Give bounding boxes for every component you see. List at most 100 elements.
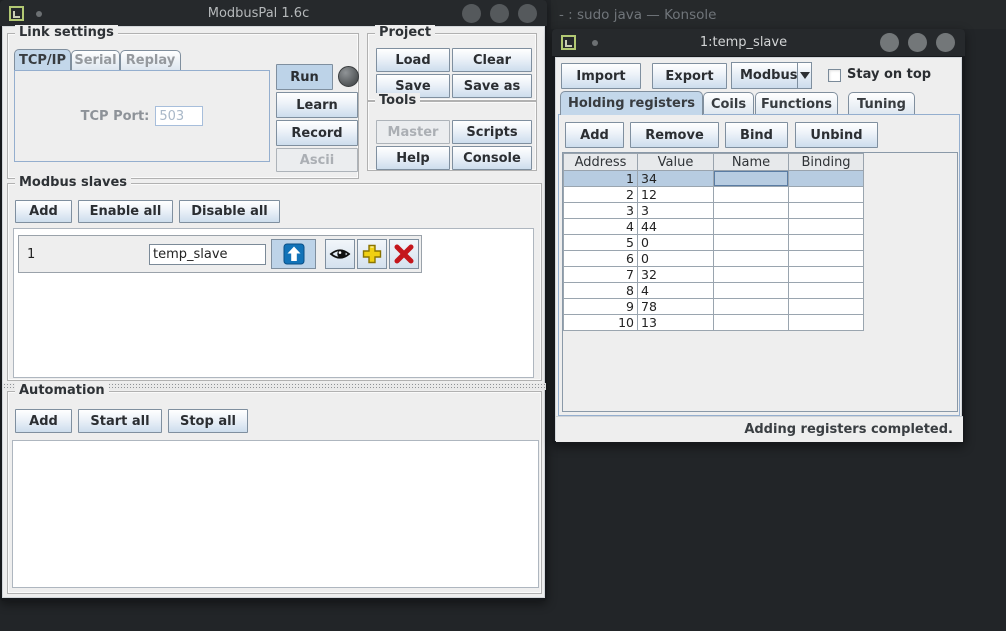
minimize-button[interactable]: [462, 4, 481, 23]
register-binding-cell[interactable]: [789, 203, 864, 219]
stop-all-button[interactable]: Stop all: [168, 409, 248, 433]
scripts-button[interactable]: Scripts: [452, 120, 532, 144]
register-address-cell[interactable]: 7: [564, 267, 638, 283]
register-address-cell[interactable]: 5: [564, 235, 638, 251]
register-binding-cell[interactable]: [789, 235, 864, 251]
maximize-button[interactable]: [908, 33, 927, 52]
modbuspal-titlebar[interactable]: ModbusPal 1.6c: [0, 0, 547, 26]
record-button[interactable]: Record: [276, 120, 358, 146]
register-row[interactable]: 1 34: [564, 171, 864, 187]
register-name-cell[interactable]: [714, 251, 789, 267]
register-address-cell[interactable]: 6: [564, 251, 638, 267]
tab-holding-registers[interactable]: Holding registers: [560, 91, 703, 115]
run-button[interactable]: Run: [276, 64, 333, 90]
register-remove-button[interactable]: Remove: [630, 122, 719, 148]
tcp-port-field[interactable]: [155, 106, 203, 126]
register-address-cell[interactable]: 8: [564, 283, 638, 299]
disable-all-button[interactable]: Disable all: [179, 200, 280, 223]
column-header-name[interactable]: Name: [714, 154, 789, 171]
register-value-cell[interactable]: 78: [638, 299, 714, 315]
register-binding-cell[interactable]: [789, 299, 864, 315]
tab-functions[interactable]: Functions: [755, 92, 838, 115]
register-name-cell[interactable]: [714, 267, 789, 283]
register-value-cell[interactable]: 0: [638, 235, 714, 251]
maximize-button[interactable]: [490, 4, 509, 23]
register-name-cell[interactable]: [714, 235, 789, 251]
slave-add-register-button[interactable]: [357, 239, 387, 269]
stay-on-top-checkbox[interactable]: [828, 69, 841, 82]
register-name-cell[interactable]: [714, 283, 789, 299]
register-name-cell[interactable]: [714, 219, 789, 235]
register-binding-cell[interactable]: [789, 171, 864, 187]
column-header-value[interactable]: Value: [638, 154, 714, 171]
register-row[interactable]: 6 0: [564, 251, 864, 267]
close-button[interactable]: [518, 4, 537, 23]
register-value-cell[interactable]: 12: [638, 187, 714, 203]
register-value-cell[interactable]: 13: [638, 315, 714, 331]
register-address-cell[interactable]: 1: [564, 171, 638, 187]
register-binding-cell[interactable]: [789, 219, 864, 235]
register-name-cell[interactable]: [714, 187, 789, 203]
register-binding-cell[interactable]: [789, 187, 864, 203]
export-button[interactable]: Export: [652, 63, 727, 89]
register-bind-button[interactable]: Bind: [725, 122, 788, 148]
register-value-cell[interactable]: 44: [638, 219, 714, 235]
minimize-button[interactable]: [880, 33, 899, 52]
slave-name-field[interactable]: [149, 244, 266, 265]
console-button[interactable]: Console: [452, 146, 532, 170]
register-row[interactable]: 4 44: [564, 219, 864, 235]
register-value-cell[interactable]: 4: [638, 283, 714, 299]
register-unbind-button[interactable]: Unbind: [795, 122, 878, 148]
register-add-button[interactable]: Add: [565, 122, 624, 148]
close-button[interactable]: [936, 33, 955, 52]
temp-slave-titlebar[interactable]: 1:temp_slave: [552, 29, 965, 56]
register-address-cell[interactable]: 10: [564, 315, 638, 331]
register-name-cell[interactable]: [714, 171, 789, 187]
slave-view-button[interactable]: [325, 239, 355, 269]
load-button[interactable]: Load: [376, 48, 450, 72]
help-button[interactable]: Help: [376, 146, 450, 170]
start-all-button[interactable]: Start all: [78, 409, 162, 433]
register-name-cell[interactable]: [714, 299, 789, 315]
mode-combobox[interactable]: Modbus: [731, 62, 812, 89]
slave-delete-button[interactable]: [389, 239, 419, 269]
slave-enable-toggle-button[interactable]: [271, 239, 316, 269]
register-address-cell[interactable]: 3: [564, 203, 638, 219]
register-row[interactable]: 7 32: [564, 267, 864, 283]
register-row[interactable]: 2 12: [564, 187, 864, 203]
import-button[interactable]: Import: [561, 63, 641, 89]
register-address-cell[interactable]: 9: [564, 299, 638, 315]
register-value-cell[interactable]: 0: [638, 251, 714, 267]
automation-add-button[interactable]: Add: [15, 409, 72, 433]
register-binding-cell[interactable]: [789, 251, 864, 267]
register-name-cell[interactable]: [714, 315, 789, 331]
clear-button[interactable]: Clear: [452, 48, 532, 72]
column-header-address[interactable]: Address: [564, 154, 638, 171]
tab-replay[interactable]: Replay: [120, 50, 181, 70]
register-row[interactable]: 10 13: [564, 315, 864, 331]
save-as-button[interactable]: Save as: [452, 74, 532, 98]
register-value-cell[interactable]: 32: [638, 267, 714, 283]
learn-button[interactable]: Learn: [276, 92, 358, 118]
register-row[interactable]: 5 0: [564, 235, 864, 251]
register-table-scrollpane[interactable]: Address Value Name Binding 1 3: [562, 152, 958, 412]
register-name-cell[interactable]: [714, 203, 789, 219]
enable-all-button[interactable]: Enable all: [78, 200, 173, 223]
register-row[interactable]: 8 4: [564, 283, 864, 299]
register-row[interactable]: 3 3: [564, 203, 864, 219]
register-binding-cell[interactable]: [789, 283, 864, 299]
slave-add-button[interactable]: Add: [15, 200, 72, 223]
register-address-cell[interactable]: 2: [564, 187, 638, 203]
register-binding-cell[interactable]: [789, 267, 864, 283]
slave-row[interactable]: 1: [18, 235, 422, 273]
register-row[interactable]: 9 78: [564, 299, 864, 315]
konsole-titlebar[interactable]: - : sudo java — Konsole: [551, 0, 1006, 29]
tab-tuning[interactable]: Tuning: [848, 92, 915, 115]
register-value-cell[interactable]: 3: [638, 203, 714, 219]
register-binding-cell[interactable]: [789, 315, 864, 331]
column-header-binding[interactable]: Binding: [789, 154, 864, 171]
tab-coils[interactable]: Coils: [703, 92, 754, 115]
chevron-down-icon[interactable]: [797, 63, 811, 88]
register-address-cell[interactable]: 4: [564, 219, 638, 235]
tab-tcpip[interactable]: TCP/IP: [14, 49, 71, 70]
